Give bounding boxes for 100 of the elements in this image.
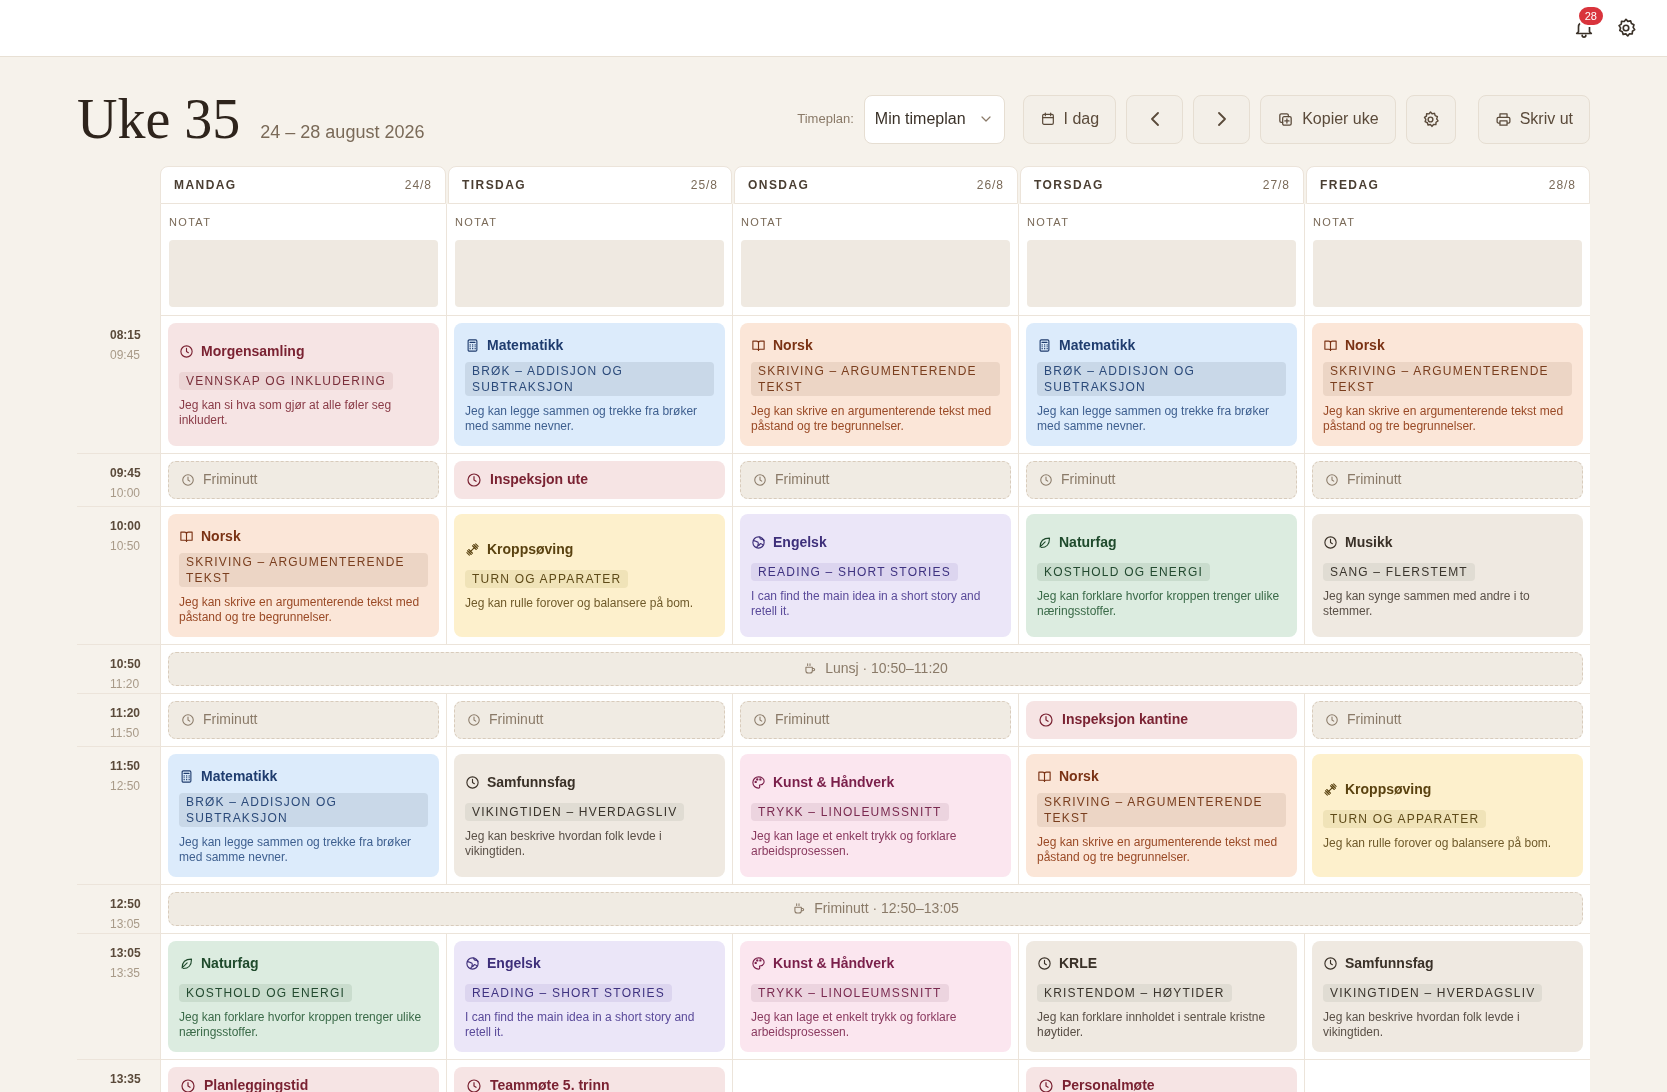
learning-goal: Jeg kan legge sammen og trekke fra brøker med samme nevner.: [1037, 403, 1271, 434]
lesson-card[interactable]: Norsk SKRIVING – ARGUMENTERENDE TEKST Jeg kan skrive en argumenterende tekst med påstand og tre begrunnelser.: [1026, 753, 1297, 877]
lesson-card[interactable]: Kroppsøving TURN OG APPARATER Jeg kan rulle forover og balansere på bom.: [454, 513, 725, 637]
topic-tag: VENNSKAP OG INKLUDERING: [179, 371, 394, 390]
topic-tag: BRØK – ADDISJON OG SUBTRAKSJON: [179, 792, 428, 827]
lesson-title: Naturfag: [201, 953, 259, 973]
lesson-card[interactable]: Kunst & Håndverk TRYKK – LINOLEUMSSNITT Jeg kan lage et enkelt trykk og forklare arbeidsprosessen.: [740, 753, 1011, 877]
today-button[interactable]: I dag: [1022, 94, 1117, 144]
copy-icon: [1277, 110, 1295, 128]
lesson-title: Samfunnsfag: [1345, 953, 1434, 973]
lesson-card[interactable]: Norsk SKRIVING – ARGUMENTERENDE TEKST Jeg kan skrive en argumenterende tekst med påstand og tre begrunnelser.: [740, 322, 1011, 446]
start-time: 13:35: [110, 1070, 142, 1088]
day-date: 24/8: [404, 177, 432, 194]
lesson-card[interactable]: Norsk SKRIVING – ARGUMENTERENDE TEKST Jeg kan skrive en argumenterende tekst med påstand og tre begrunnelser.: [1312, 322, 1583, 446]
lesson-card[interactable]: Naturfag KOSTHOLD OG ENERGI Jeg kan forklare hvorfor kroppen trenger ulike næringsstoffer.: [168, 940, 439, 1052]
clock-icon: [467, 712, 481, 727]
clock-icon: [1038, 1077, 1054, 1092]
duty-card[interactable]: Inspeksjon ute: [454, 460, 725, 499]
note-field[interactable]: [741, 239, 1010, 307]
day-name: MANDAG: [174, 177, 237, 194]
lesson-title: Kunst & Håndverk: [773, 772, 895, 792]
duty-card[interactable]: Personalmøte: [1026, 1066, 1297, 1092]
lesson-card[interactable]: Kroppsøving TURN OG APPARATER Jeg kan rulle forover og balansere på bom.: [1312, 753, 1583, 877]
topic-tag: SANG – FLERSTEMT: [1323, 562, 1475, 581]
date-range: 24 – 28 august 2026: [260, 121, 425, 144]
duty-card[interactable]: Teammøte 5. trinn: [454, 1066, 725, 1092]
day-name: TIRSDAG: [462, 177, 527, 194]
note-label: NOTAT: [169, 215, 213, 230]
clock-icon: [1325, 712, 1339, 727]
learning-goal: Jeg kan skrive en argumenterende tekst med påstand og tre begrunnelser.: [1323, 403, 1565, 434]
leaf-icon: [1037, 534, 1052, 550]
lesson-card[interactable]: Naturfag KOSTHOLD OG ENERGI Jeg kan forklare hvorfor kroppen trenger ulike næringsstoffer.: [1026, 513, 1297, 637]
start-time: 08:15: [110, 326, 142, 344]
lesson-card[interactable]: Morgensamling VENNSKAP OG INKLUDERING Jeg kan si hva som gjør at alle føler seg inkludert.: [168, 322, 439, 446]
duty-card[interactable]: Inspeksjon kantine: [1026, 700, 1297, 739]
lesson-card[interactable]: Samfunnsfag VIKINGTIDEN – HVERDAGSLIV Jeg kan beskrive hvordan folk levde i vikingtiden.: [1312, 940, 1583, 1052]
lesson-card[interactable]: KRLE KRISTENDOM – HØYTIDER Jeg kan forklare innholdet i sentrale kristne høytider.: [1026, 940, 1297, 1052]
note-field[interactable]: [1027, 239, 1296, 307]
copy-week-button[interactable]: Kopier uke: [1260, 94, 1396, 144]
end-time: 12:50: [110, 777, 142, 795]
timetable-settings-button[interactable]: [1405, 94, 1456, 144]
clock-icon: [181, 472, 195, 487]
book-icon: [751, 337, 766, 353]
lesson-card[interactable]: Matematikk BRØK – ADDISJON OG SUBTRAKSJON Jeg kan legge sammen og trekke fra brøker med samme nevner.: [1026, 322, 1297, 446]
day-name: TORSDAG: [1034, 177, 1104, 194]
print-button[interactable]: Skriv ut: [1477, 94, 1590, 144]
palette-icon: [751, 774, 766, 790]
lesson-card[interactable]: Samfunnsfag VIKINGTIDEN – HVERDAGSLIV Jeg kan beskrive hvordan folk levde i vikingtiden.: [454, 753, 725, 877]
break-label: Friminutt · 12:50–13:05: [814, 899, 959, 918]
end-time: 10:50: [110, 537, 142, 555]
note-field[interactable]: [169, 239, 438, 307]
lesson-card[interactable]: Musikk SANG – FLERSTEMT Jeg kan synge sammen med andre i to stemmer.: [1312, 513, 1583, 637]
end-time: 09:45: [110, 346, 142, 364]
start-time: 11:50: [110, 757, 142, 775]
topic-tag: READING – SHORT STORIES: [465, 983, 672, 1002]
learning-goal: I can find the main idea in a short story and retell it.: [751, 588, 982, 619]
learning-goal: Jeg kan forklare hvorfor kroppen trenger ulike næringsstoffer.: [179, 1009, 423, 1040]
lesson-title: Kroppsøving: [487, 540, 574, 559]
next-week-button[interactable]: [1193, 94, 1251, 144]
lesson-title: Kroppsøving: [1345, 780, 1432, 799]
topic-tag: VIKINGTIDEN – HVERDAGSLIV: [1323, 983, 1543, 1002]
topic-tag: TURN OG APPARATER: [1323, 810, 1487, 828]
note-field[interactable]: [455, 239, 724, 307]
lesson-title: Norsk: [773, 335, 813, 355]
topic-tag: TRYKK – LINOLEUMSSNITT: [751, 802, 949, 821]
topic-tag: SKRIVING – ARGUMENTERENDE TEKST: [1037, 792, 1286, 827]
day-date: 26/8: [976, 177, 1004, 194]
start-time: 13:05: [110, 944, 142, 962]
day-date: 28/8: [1548, 177, 1576, 194]
duty-title: Inspeksjon kantine: [1062, 710, 1189, 729]
break-label: Friminutt: [489, 710, 544, 729]
clock-icon: [466, 1077, 482, 1092]
learning-goal: Jeg kan skrive en argumenterende tekst med påstand og tre begrunnelser.: [751, 403, 993, 434]
lesson-title: Norsk: [1059, 766, 1099, 786]
lesson-title: Kunst & Håndverk: [773, 953, 895, 973]
lesson-card[interactable]: Kunst & Håndverk TRYKK – LINOLEUMSSNITT Jeg kan lage et enkelt trykk og forklare arbeidsprosessen.: [740, 940, 1011, 1052]
learning-goal: Jeg kan beskrive hvordan folk levde i vikingtiden.: [465, 828, 663, 859]
settings-icon: [1615, 17, 1637, 39]
timetable-select[interactable]: Min timeplan: [863, 94, 1005, 144]
topic-tag: KRISTENDOM – HØYTIDER: [1037, 983, 1232, 1002]
lesson-card[interactable]: Norsk SKRIVING – ARGUMENTERENDE TEKST Jeg kan skrive en argumenterende tekst med påstand og tre begrunnelser.: [168, 513, 439, 637]
printer-icon: [1494, 110, 1512, 128]
clock-icon: [1038, 711, 1054, 728]
lesson-card[interactable]: Engelsk READING – SHORT STORIES I can find the main idea in a short story and retell it.: [740, 513, 1011, 637]
learning-goal: Jeg kan si hva som gjør at alle føler seg inkludert.: [179, 397, 393, 428]
lesson-card[interactable]: Engelsk READING – SHORT STORIES I can find the main idea in a short story and retell it.: [454, 940, 725, 1052]
previous-week-button[interactable]: [1126, 94, 1184, 144]
note-label: NOTAT: [455, 215, 499, 230]
topic-tag: SKRIVING – ARGUMENTERENDE TEKST: [179, 552, 428, 587]
duty-card[interactable]: Planleggingstid: [168, 1066, 439, 1092]
note-field[interactable]: [1313, 239, 1582, 307]
end-time: 10:00: [110, 484, 142, 502]
lesson-title: Engelsk: [773, 532, 827, 552]
calculator-icon: [465, 337, 480, 353]
lesson-title: Norsk: [201, 526, 241, 546]
lesson-card[interactable]: Matematikk BRØK – ADDISJON OG SUBTRAKSJON Jeg kan legge sammen og trekke fra brøker med samme nevner.: [168, 753, 439, 877]
lesson-card[interactable]: Matematikk BRØK – ADDISJON OG SUBTRAKSJON Jeg kan legge sammen og trekke fra brøker med samme nevner.: [454, 322, 725, 446]
settings-button[interactable]: [1615, 17, 1637, 39]
palette-icon: [751, 955, 766, 971]
dumbbell-icon: [1323, 782, 1338, 797]
